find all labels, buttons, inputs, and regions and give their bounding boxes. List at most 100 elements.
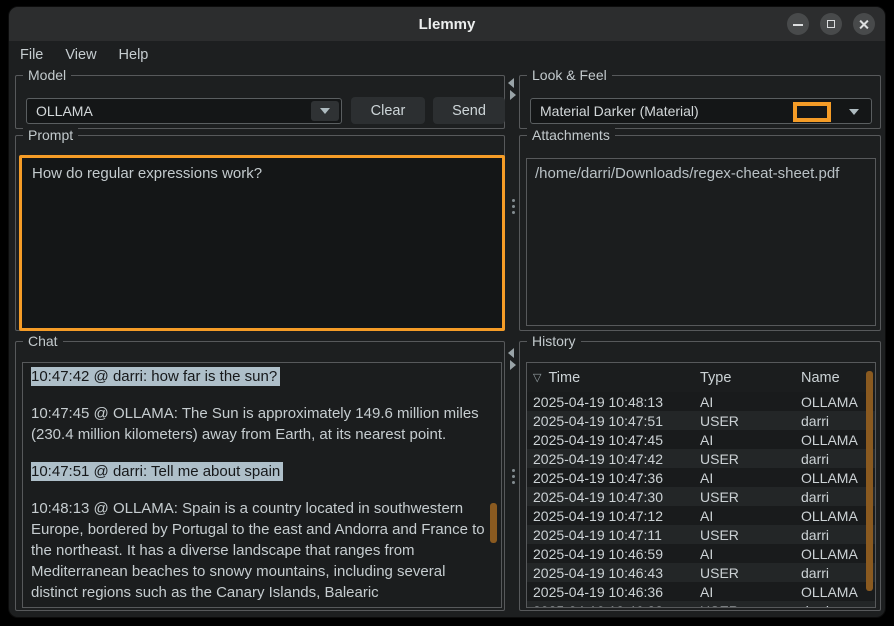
history-row[interactable]: 2025-04-19 10:46:36 AI OLLAMA bbox=[527, 582, 875, 601]
collapse-right-icon[interactable] bbox=[510, 90, 516, 100]
cell-type: AI bbox=[700, 470, 713, 486]
splitter-grip-icon[interactable] bbox=[512, 469, 515, 472]
cell-time: 2025-04-19 10:47:42 bbox=[527, 451, 694, 467]
theme-selected-value: Material Darker (Material) bbox=[531, 103, 699, 119]
chat-scrollbar-thumb[interactable] bbox=[490, 503, 497, 543]
cell-time: 2025-04-19 10:47:51 bbox=[527, 413, 694, 429]
column-header-time[interactable]: Time bbox=[548, 370, 698, 386]
window-title: Llemmy bbox=[419, 16, 476, 33]
history-group-label: History bbox=[527, 333, 581, 350]
vertical-splitter-handle[interactable] bbox=[507, 76, 519, 108]
prompt-group: Prompt How do regular expressions work? bbox=[15, 135, 505, 331]
menu-view[interactable]: View bbox=[64, 45, 97, 65]
cell-name: darri bbox=[801, 603, 829, 609]
history-row[interactable]: 2025-04-19 10:46:43USERdarri bbox=[527, 563, 875, 582]
history-row[interactable]: 2025-04-19 10:47:45 AI OLLAMA bbox=[527, 430, 875, 449]
theme-select[interactable]: Material Darker (Material) bbox=[530, 98, 872, 124]
menu-file[interactable]: File bbox=[19, 45, 44, 65]
prompt-input[interactable]: How do regular expressions work? bbox=[19, 155, 505, 331]
model-select-arrow-button[interactable] bbox=[311, 101, 339, 121]
sort-descending-icon[interactable]: ▽ bbox=[533, 371, 541, 384]
cell-time: 2025-04-19 10:47:11 bbox=[527, 527, 694, 543]
look-and-feel-group-label: Look & Feel bbox=[527, 67, 612, 84]
cell-type: AI bbox=[700, 546, 713, 562]
history-row[interactable]: 2025-04-19 10:47:12AIOLLAMA bbox=[527, 506, 875, 525]
app-window: Llemmy File View Help Model OLLAMA Clear… bbox=[8, 6, 886, 618]
cell-name: darri bbox=[801, 451, 829, 467]
chat-message: 10:47:45 @ OLLAMA: The Sun is approximat… bbox=[31, 403, 487, 445]
window-controls bbox=[787, 13, 875, 35]
history-scrollbar-thumb[interactable] bbox=[866, 371, 873, 591]
menubar: File View Help bbox=[9, 41, 885, 69]
close-button[interactable] bbox=[853, 13, 875, 35]
history-table[interactable]: ▽ Time Type Name 2025-04-19 10:48:13 AI OL… bbox=[526, 362, 876, 608]
model-group: Model OLLAMA Clear Send bbox=[15, 75, 505, 129]
cell-name: OLLAMA bbox=[801, 508, 858, 524]
chat-message: 10:47:42 @ darri: how far is the sun? bbox=[31, 366, 487, 387]
collapse-right-icon[interactable] bbox=[510, 360, 516, 370]
prompt-text: How do regular expressions work? bbox=[32, 165, 262, 182]
column-header-type[interactable]: Type bbox=[700, 370, 731, 386]
chat-message: 10:48:13 @ OLLAMA: Spain is a country lo… bbox=[31, 498, 487, 603]
cell-name: darri bbox=[801, 413, 829, 429]
column-header-name[interactable]: Name bbox=[801, 370, 840, 386]
cell-name: OLLAMA bbox=[801, 470, 858, 486]
history-row[interactable]: 2025-04-19 10:46:33USERdarri bbox=[527, 601, 875, 608]
cell-time: 2025-04-19 10:48:13 bbox=[527, 394, 694, 410]
chat-group-label: Chat bbox=[23, 333, 63, 350]
cell-name: OLLAMA bbox=[801, 432, 858, 448]
cell-type: USER bbox=[700, 489, 739, 505]
cell-time: 2025-04-19 10:47:45 bbox=[527, 432, 694, 448]
minimize-icon bbox=[793, 24, 803, 26]
cell-name: darri bbox=[801, 527, 829, 543]
chevron-down-icon bbox=[320, 108, 330, 114]
cell-type: USER bbox=[700, 451, 739, 467]
cell-time: 2025-04-19 10:46:36 bbox=[527, 584, 694, 600]
theme-color-swatch bbox=[793, 102, 831, 122]
chevron-down-icon bbox=[849, 109, 859, 115]
menu-help[interactable]: Help bbox=[118, 45, 150, 65]
collapse-left-icon[interactable] bbox=[508, 78, 514, 88]
minimize-button[interactable] bbox=[787, 13, 809, 35]
history-row[interactable]: 2025-04-19 10:48:13 AI OLLAMA bbox=[527, 392, 875, 411]
history-row[interactable]: 2025-04-19 10:47:42 USER darri bbox=[527, 449, 875, 468]
cell-type: AI bbox=[700, 508, 713, 524]
chat-group: Chat 10:47:42 @ darri: how far is the su… bbox=[15, 341, 505, 611]
history-row[interactable]: 2025-04-19 10:47:30USERdarri bbox=[527, 487, 875, 506]
chat-message: 10:47:51 @ darri: Tell me about spain bbox=[31, 461, 487, 482]
cell-type: USER bbox=[700, 527, 739, 543]
cell-type: USER bbox=[700, 603, 739, 609]
vertical-splitter-handle[interactable] bbox=[507, 346, 519, 378]
attachments-list[interactable]: /home/darri/Downloads/regex-cheat-sheet.… bbox=[526, 158, 876, 326]
cell-time: 2025-04-19 10:47:30 bbox=[527, 489, 694, 505]
send-button[interactable]: Send bbox=[433, 97, 505, 124]
attachment-item[interactable]: /home/darri/Downloads/regex-cheat-sheet.… bbox=[535, 165, 867, 182]
cell-name: OLLAMA bbox=[801, 584, 858, 600]
cell-type: AI bbox=[700, 394, 713, 410]
cell-type: AI bbox=[700, 432, 713, 448]
history-row[interactable]: 2025-04-19 10:47:11 USER darri bbox=[527, 525, 875, 544]
attachments-group-label: Attachments bbox=[527, 127, 615, 144]
cell-type: AI bbox=[700, 584, 713, 600]
look-and-feel-group: Look & Feel Material Darker (Material) bbox=[519, 75, 881, 129]
history-row[interactable]: 2025-04-19 10:46:59AIOLLAMA bbox=[527, 544, 875, 563]
history-table-header: ▽ Time Type Name bbox=[527, 363, 875, 392]
model-group-label: Model bbox=[23, 67, 71, 84]
chat-log[interactable]: 10:47:42 @ darri: how far is the sun? 10:… bbox=[22, 362, 502, 608]
cell-name: OLLAMA bbox=[801, 546, 858, 562]
history-row[interactable]: 2025-04-19 10:47:51 USER darri bbox=[527, 411, 875, 430]
history-row[interactable]: 2025-04-19 10:47:36AIOLLAMA bbox=[527, 468, 875, 487]
titlebar[interactable]: Llemmy bbox=[9, 7, 885, 41]
model-select[interactable]: OLLAMA bbox=[26, 98, 342, 124]
splitter-grip-icon[interactable] bbox=[512, 199, 515, 202]
chat-messages: 10:47:42 @ darri: how far is the sun? 10:… bbox=[31, 366, 487, 603]
cell-type: USER bbox=[700, 413, 739, 429]
cell-name: darri bbox=[801, 565, 829, 581]
prompt-group-label: Prompt bbox=[23, 127, 78, 144]
maximize-button[interactable] bbox=[820, 13, 842, 35]
maximize-icon bbox=[827, 20, 835, 28]
clear-button[interactable]: Clear bbox=[351, 97, 425, 124]
cell-name: OLLAMA bbox=[801, 394, 858, 410]
collapse-left-icon[interactable] bbox=[508, 348, 514, 358]
model-selected-value: OLLAMA bbox=[27, 103, 93, 119]
